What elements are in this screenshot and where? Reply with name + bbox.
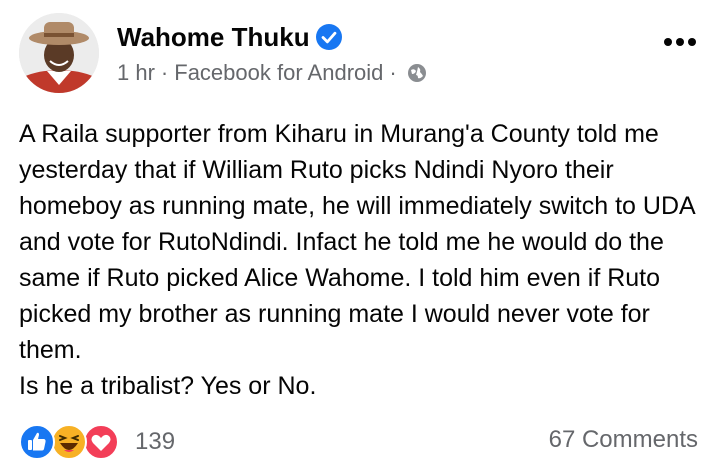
reaction-count: 139 bbox=[135, 428, 176, 455]
like-icon bbox=[19, 424, 55, 460]
post-source: Facebook for Android bbox=[174, 60, 384, 85]
reactions-summary[interactable]: 139 bbox=[19, 424, 175, 460]
haha-icon bbox=[51, 424, 87, 460]
post-time[interactable]: 1 hr bbox=[117, 60, 155, 86]
more-dot-icon bbox=[688, 38, 696, 46]
meta-separator: · bbox=[160, 60, 169, 85]
avatar-image bbox=[19, 13, 99, 93]
post-meta: 1 hr · Facebook for Android · bbox=[117, 60, 427, 86]
globe-icon[interactable] bbox=[407, 63, 427, 83]
more-options-button[interactable] bbox=[664, 38, 696, 46]
author-avatar[interactable] bbox=[19, 13, 99, 93]
reaction-icons bbox=[19, 424, 125, 460]
more-dot-icon bbox=[664, 38, 672, 46]
verified-badge-icon bbox=[315, 24, 342, 50]
love-icon bbox=[83, 424, 119, 460]
more-dot-icon bbox=[676, 38, 684, 46]
author-header: Wahome Thuku bbox=[117, 22, 342, 52]
comments-count-link[interactable]: 67 Comments bbox=[549, 426, 698, 454]
meta-separator: · bbox=[389, 60, 397, 85]
author-name[interactable]: Wahome Thuku bbox=[117, 22, 310, 52]
post-text: A Raila supporter from Kiharu in Murang'… bbox=[19, 120, 695, 400]
